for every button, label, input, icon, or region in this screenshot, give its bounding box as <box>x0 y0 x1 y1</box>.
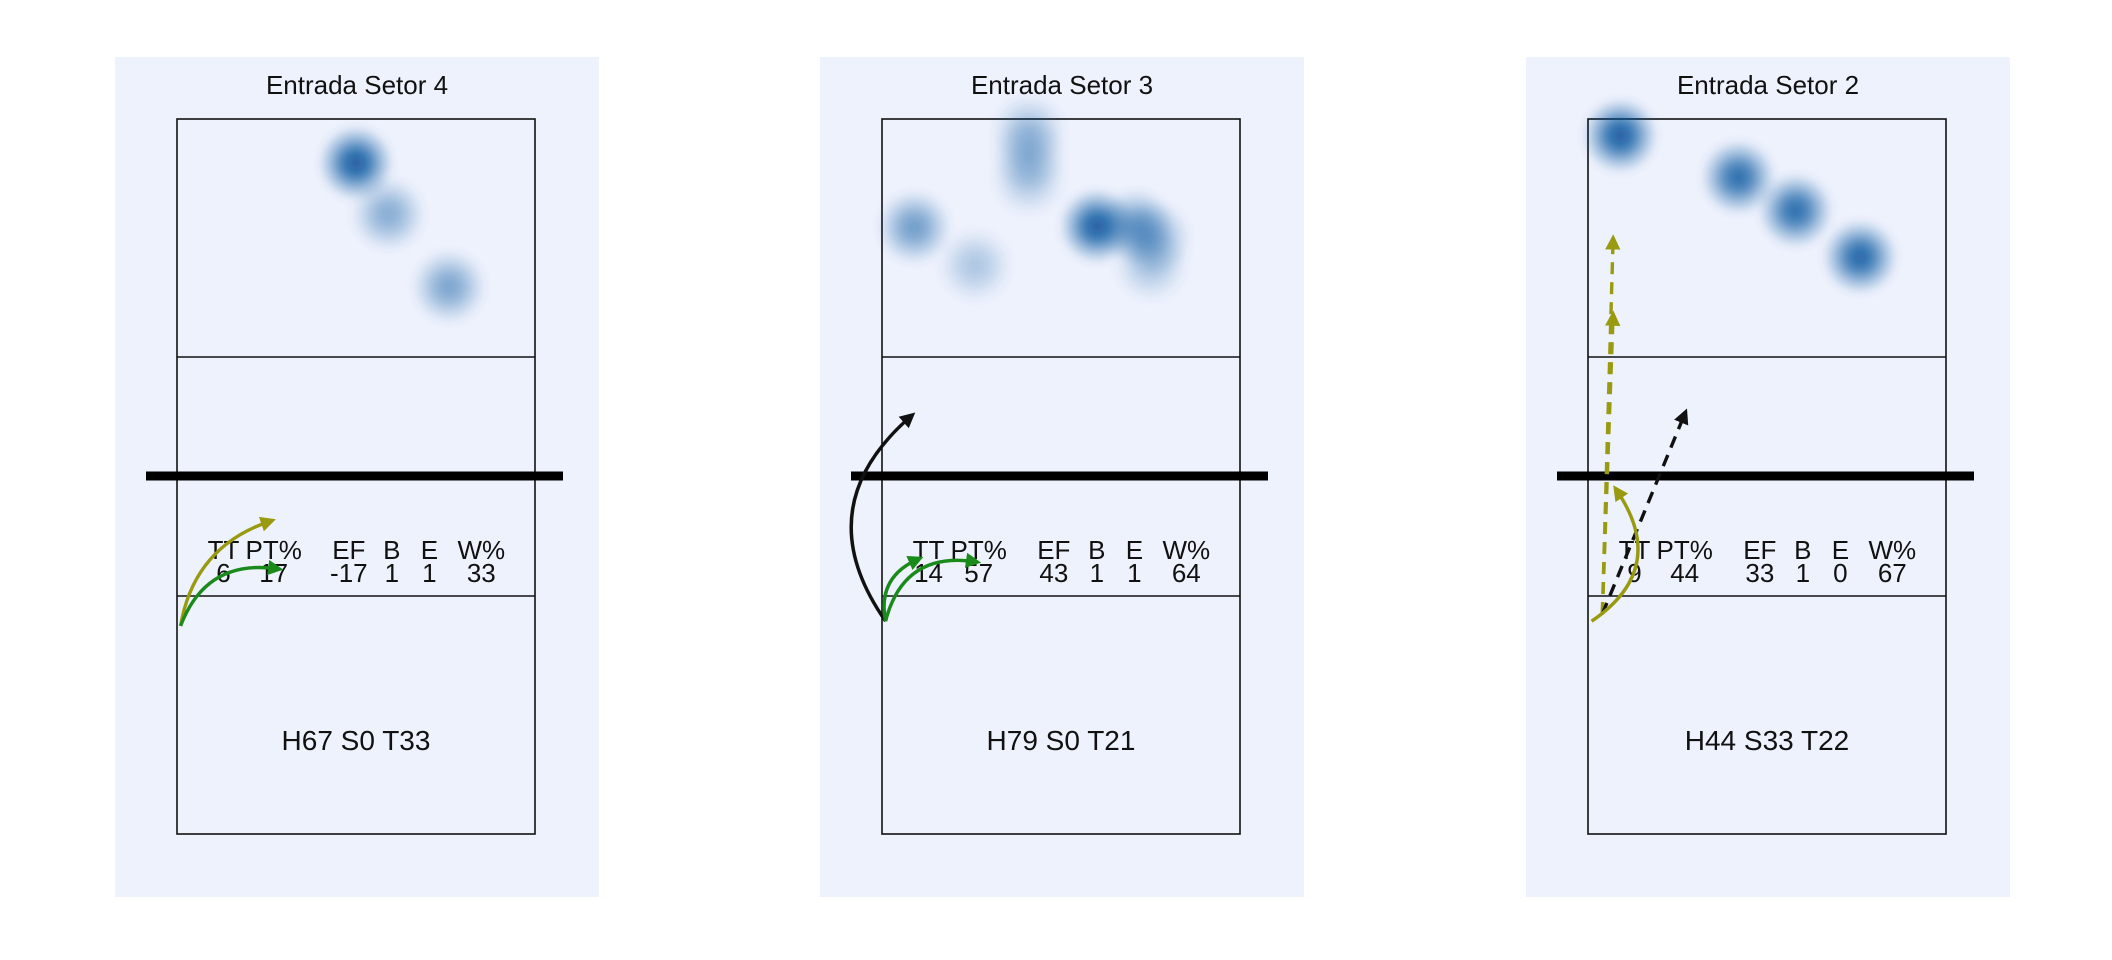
stats-value: 1 <box>1796 558 1810 588</box>
panel-footer: H44 S33 T22 <box>1685 725 1850 756</box>
attack-heatmap-figure: Entrada Setor 4TT6PT%17EF-17B1E1W%33H67 … <box>115 57 2010 897</box>
heat-spot <box>1822 219 1899 296</box>
panel-title: Entrada Setor 3 <box>971 70 1153 100</box>
panel-2: Entrada Setor 3TT14PT%57EF43B1E1W%64H79 … <box>820 57 1304 897</box>
stats-value: 33 <box>1745 558 1774 588</box>
stats-value: 64 <box>1172 558 1201 588</box>
heat-spot <box>1112 226 1189 303</box>
panel-title: Entrada Setor 4 <box>266 70 448 100</box>
panel-footer: H67 S0 T33 <box>282 725 431 756</box>
panel-title: Entrada Setor 2 <box>1677 70 1859 100</box>
panel-3: Entrada Setor 2TT9PT%44EF33B1E0W%67H44 S… <box>1526 57 2010 897</box>
stats-value: 33 <box>467 558 496 588</box>
panel-footer: H79 S0 T21 <box>987 725 1136 756</box>
heat-spot <box>937 227 1014 304</box>
heat-spot <box>990 140 1067 217</box>
heat-spot <box>1757 172 1834 249</box>
stats-value: 44 <box>1670 558 1699 588</box>
stats-value: 67 <box>1878 558 1907 588</box>
heat-spot <box>1582 97 1659 174</box>
stats-value: 43 <box>1039 558 1068 588</box>
stats-value: 1 <box>1127 558 1141 588</box>
stats-value: 0 <box>1833 558 1847 588</box>
stats-value: -17 <box>330 558 368 588</box>
stats-value: 1 <box>385 558 399 588</box>
stats-value: 1 <box>422 558 436 588</box>
heat-spot <box>350 176 427 253</box>
heat-spot <box>411 248 488 325</box>
stats-value: 17 <box>259 558 288 588</box>
stats-value: 1 <box>1090 558 1104 588</box>
panel-1: Entrada Setor 4TT6PT%17EF-17B1E1W%33H67 … <box>115 57 599 897</box>
